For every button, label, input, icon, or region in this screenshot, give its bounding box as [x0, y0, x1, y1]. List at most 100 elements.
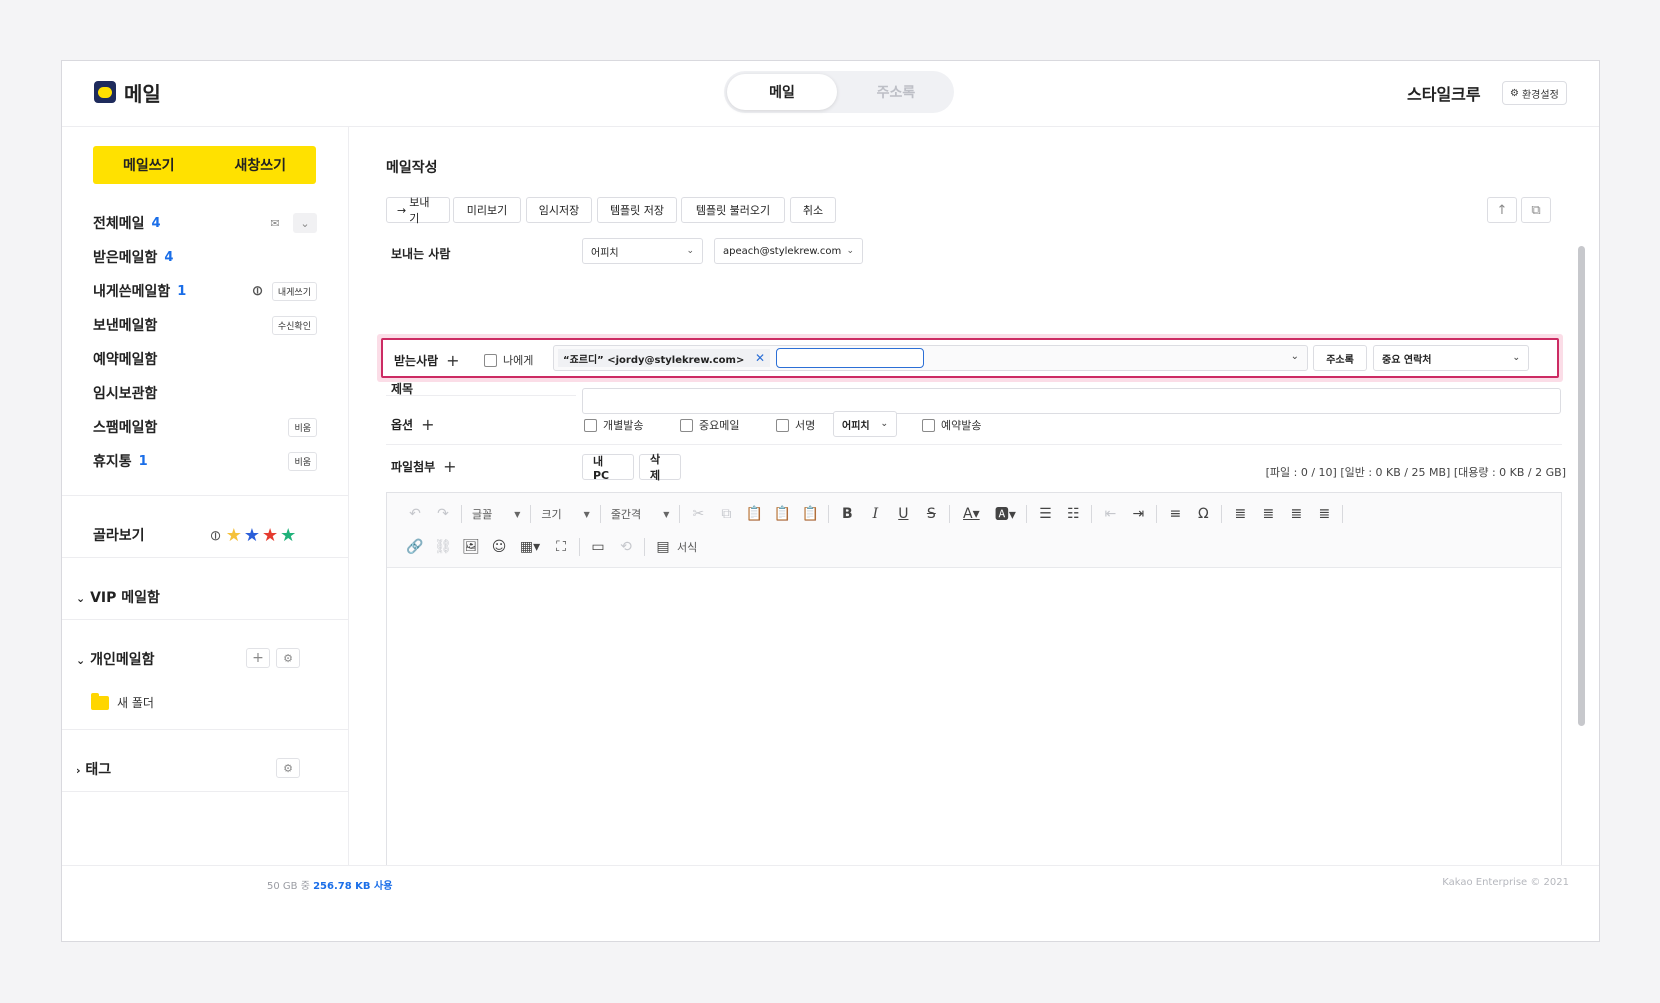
- scrollbar[interactable]: [1578, 246, 1585, 726]
- plus-icon[interactable]: +: [446, 351, 459, 370]
- checkbox[interactable]: [484, 353, 497, 367]
- read-receipt-button[interactable]: 수신확인: [271, 315, 317, 335]
- empty-trash-button[interactable]: 비움: [288, 451, 317, 471]
- sidebar-item-spam[interactable]: 스팸메일함 비움: [93, 417, 317, 437]
- cut-icon[interactable]: ✂: [684, 503, 712, 525]
- preview-doc-icon[interactable]: ▭: [584, 536, 612, 558]
- align-right-icon[interactable]: ≣: [1282, 503, 1310, 525]
- image-icon[interactable]: 🖼: [457, 536, 485, 558]
- format-icon[interactable]: ▤: [649, 536, 677, 558]
- sender-email-select[interactable]: apeach@stylekrew.com ⌄: [714, 238, 863, 264]
- editor-body[interactable]: [387, 569, 1561, 865]
- align-left-icon[interactable]: ≣: [1226, 503, 1254, 525]
- preview-button[interactable]: 미리보기: [453, 197, 521, 223]
- text-color-icon[interactable]: A▾: [954, 503, 988, 525]
- redo-icon[interactable]: ↷: [429, 503, 457, 525]
- attach-delete-button[interactable]: 삭제: [639, 453, 681, 482]
- bold-icon[interactable]: B: [833, 503, 861, 525]
- sender-name-select[interactable]: 어피치 ⌄: [582, 238, 703, 264]
- align-center-icon[interactable]: ≣: [1254, 503, 1282, 525]
- paperclip-icon[interactable]: ⊘: [248, 281, 268, 301]
- tag-section-toggle[interactable]: › 태그: [76, 759, 111, 779]
- sidebar-item-inbox[interactable]: 받은메일함 4: [93, 247, 317, 267]
- contact-group-select[interactable]: 중요 연락처 ⌄: [1373, 345, 1529, 371]
- outdent-icon[interactable]: ⇤: [1096, 503, 1124, 525]
- special-char-icon[interactable]: Ω: [1189, 503, 1217, 525]
- checkbox[interactable]: [680, 418, 693, 432]
- undo-icon[interactable]: ↶: [401, 503, 429, 525]
- subject-input[interactable]: [582, 388, 1561, 414]
- signature-checkbox[interactable]: 서명: [776, 417, 815, 433]
- send-button[interactable]: → 보내기: [386, 196, 450, 225]
- indent-icon[interactable]: ⇥: [1124, 503, 1152, 525]
- sidebar-item-sent[interactable]: 보낸메일함 수신확인: [93, 315, 317, 335]
- bullet-list-icon[interactable]: ☷: [1059, 503, 1087, 525]
- recipient-input[interactable]: [776, 348, 924, 368]
- save-template-button[interactable]: 템플릿 저장: [597, 197, 677, 223]
- source-icon[interactable]: ⟲: [612, 536, 640, 558]
- sidebar-item-new-folder[interactable]: 새 폴더: [91, 692, 154, 711]
- paste-icon[interactable]: 📋: [740, 503, 768, 525]
- plus-icon[interactable]: +: [421, 415, 434, 434]
- format-label[interactable]: 서식: [677, 536, 703, 558]
- italic-icon[interactable]: I: [861, 503, 889, 525]
- gear-icon[interactable]: ⚙: [276, 648, 300, 668]
- popout-icon[interactable]: ⧉: [1521, 197, 1551, 223]
- important-mail-checkbox[interactable]: 중요메일: [680, 417, 739, 433]
- unlink-icon[interactable]: ⛓: [429, 536, 457, 558]
- star-red-icon[interactable]: ★: [262, 525, 278, 546]
- align-justify-icon[interactable]: ≣: [1310, 503, 1338, 525]
- copy-icon[interactable]: ⧉: [712, 503, 740, 525]
- to-me-checkbox[interactable]: 나에게: [484, 352, 533, 368]
- compose-button[interactable]: 메일쓰기: [93, 146, 205, 184]
- empty-spam-button[interactable]: 비움: [288, 417, 317, 437]
- paste-word-icon[interactable]: 📋: [796, 503, 824, 525]
- ordered-list-icon[interactable]: ☰: [1031, 503, 1059, 525]
- table-icon[interactable]: ▦▾: [513, 536, 547, 558]
- plus-icon[interactable]: +: [443, 457, 456, 476]
- bg-color-icon[interactable]: 🅰▾: [988, 503, 1022, 525]
- attach-pc-button[interactable]: 내 PC: [582, 454, 634, 482]
- vip-section-toggle[interactable]: ⌄ VIP 메일함: [76, 587, 160, 607]
- line-height-select[interactable]: 줄간격 ▼: [605, 503, 676, 525]
- link-icon[interactable]: 🔗: [401, 536, 429, 558]
- gear-icon[interactable]: ⚙: [276, 758, 300, 778]
- star-green-icon[interactable]: ★: [280, 525, 296, 546]
- write-to-me-button[interactable]: 내게쓰기: [271, 281, 317, 301]
- personal-section-toggle[interactable]: ⌄ 개인메일함: [76, 649, 155, 669]
- envelope-icon[interactable]: ✉: [263, 213, 287, 233]
- star-yellow-icon[interactable]: ★: [226, 525, 242, 546]
- paste-text-icon[interactable]: 📋: [768, 503, 796, 525]
- scheduled-send-checkbox[interactable]: 예약발송: [922, 417, 981, 433]
- emoji-icon[interactable]: ☺: [485, 536, 513, 558]
- checkbox[interactable]: [922, 418, 935, 432]
- strikethrough-icon[interactable]: S: [917, 503, 945, 525]
- checkbox[interactable]: [776, 418, 789, 432]
- horizontal-rule-icon[interactable]: ≡: [1161, 503, 1189, 525]
- underline-icon[interactable]: U: [889, 503, 917, 525]
- fullscreen-icon[interactable]: ⛶: [547, 536, 575, 558]
- addressbook-button[interactable]: 주소록: [1313, 345, 1367, 371]
- add-folder-icon[interactable]: +: [246, 648, 270, 668]
- size-select[interactable]: 크기 ▼: [535, 503, 595, 525]
- tab-mail[interactable]: 메일: [727, 74, 837, 110]
- sidebar-item-scheduled[interactable]: 예약메일함: [93, 349, 317, 369]
- attachment-filter-icon[interactable]: ⊘: [206, 526, 226, 546]
- signature-select[interactable]: 어피치 ⌄: [833, 411, 897, 437]
- settings-button[interactable]: ⚙ 환경설정: [1502, 81, 1567, 105]
- sidebar-item-drafts[interactable]: 임시보관함: [93, 383, 317, 403]
- close-icon[interactable]: ✕: [755, 351, 765, 365]
- recipient-tag[interactable]: “죠르디” <jordy@stylekrew.com> ✕: [558, 349, 770, 367]
- sidebar-item-trash[interactable]: 휴지통 1 비움: [93, 451, 317, 471]
- cancel-button[interactable]: 취소: [790, 197, 836, 223]
- arrow-up-icon[interactable]: ↑: [1487, 197, 1517, 223]
- save-draft-button[interactable]: 임시저장: [526, 197, 592, 223]
- tab-addressbook[interactable]: 주소록: [841, 74, 951, 110]
- recipient-field[interactable]: “죠르디” <jordy@stylekrew.com> ✕ ⌄: [553, 345, 1308, 371]
- checkbox[interactable]: [584, 418, 597, 432]
- sidebar-item-to-me[interactable]: 내게쓴메일함 1 ⊘ 내게쓰기: [93, 281, 317, 301]
- chevron-down-icon[interactable]: ⌄: [293, 213, 317, 233]
- compose-new-window-button[interactable]: 새창쓰기: [205, 146, 317, 184]
- star-blue-icon[interactable]: ★: [244, 525, 260, 546]
- font-select[interactable]: 글꼴 ▼: [466, 503, 526, 525]
